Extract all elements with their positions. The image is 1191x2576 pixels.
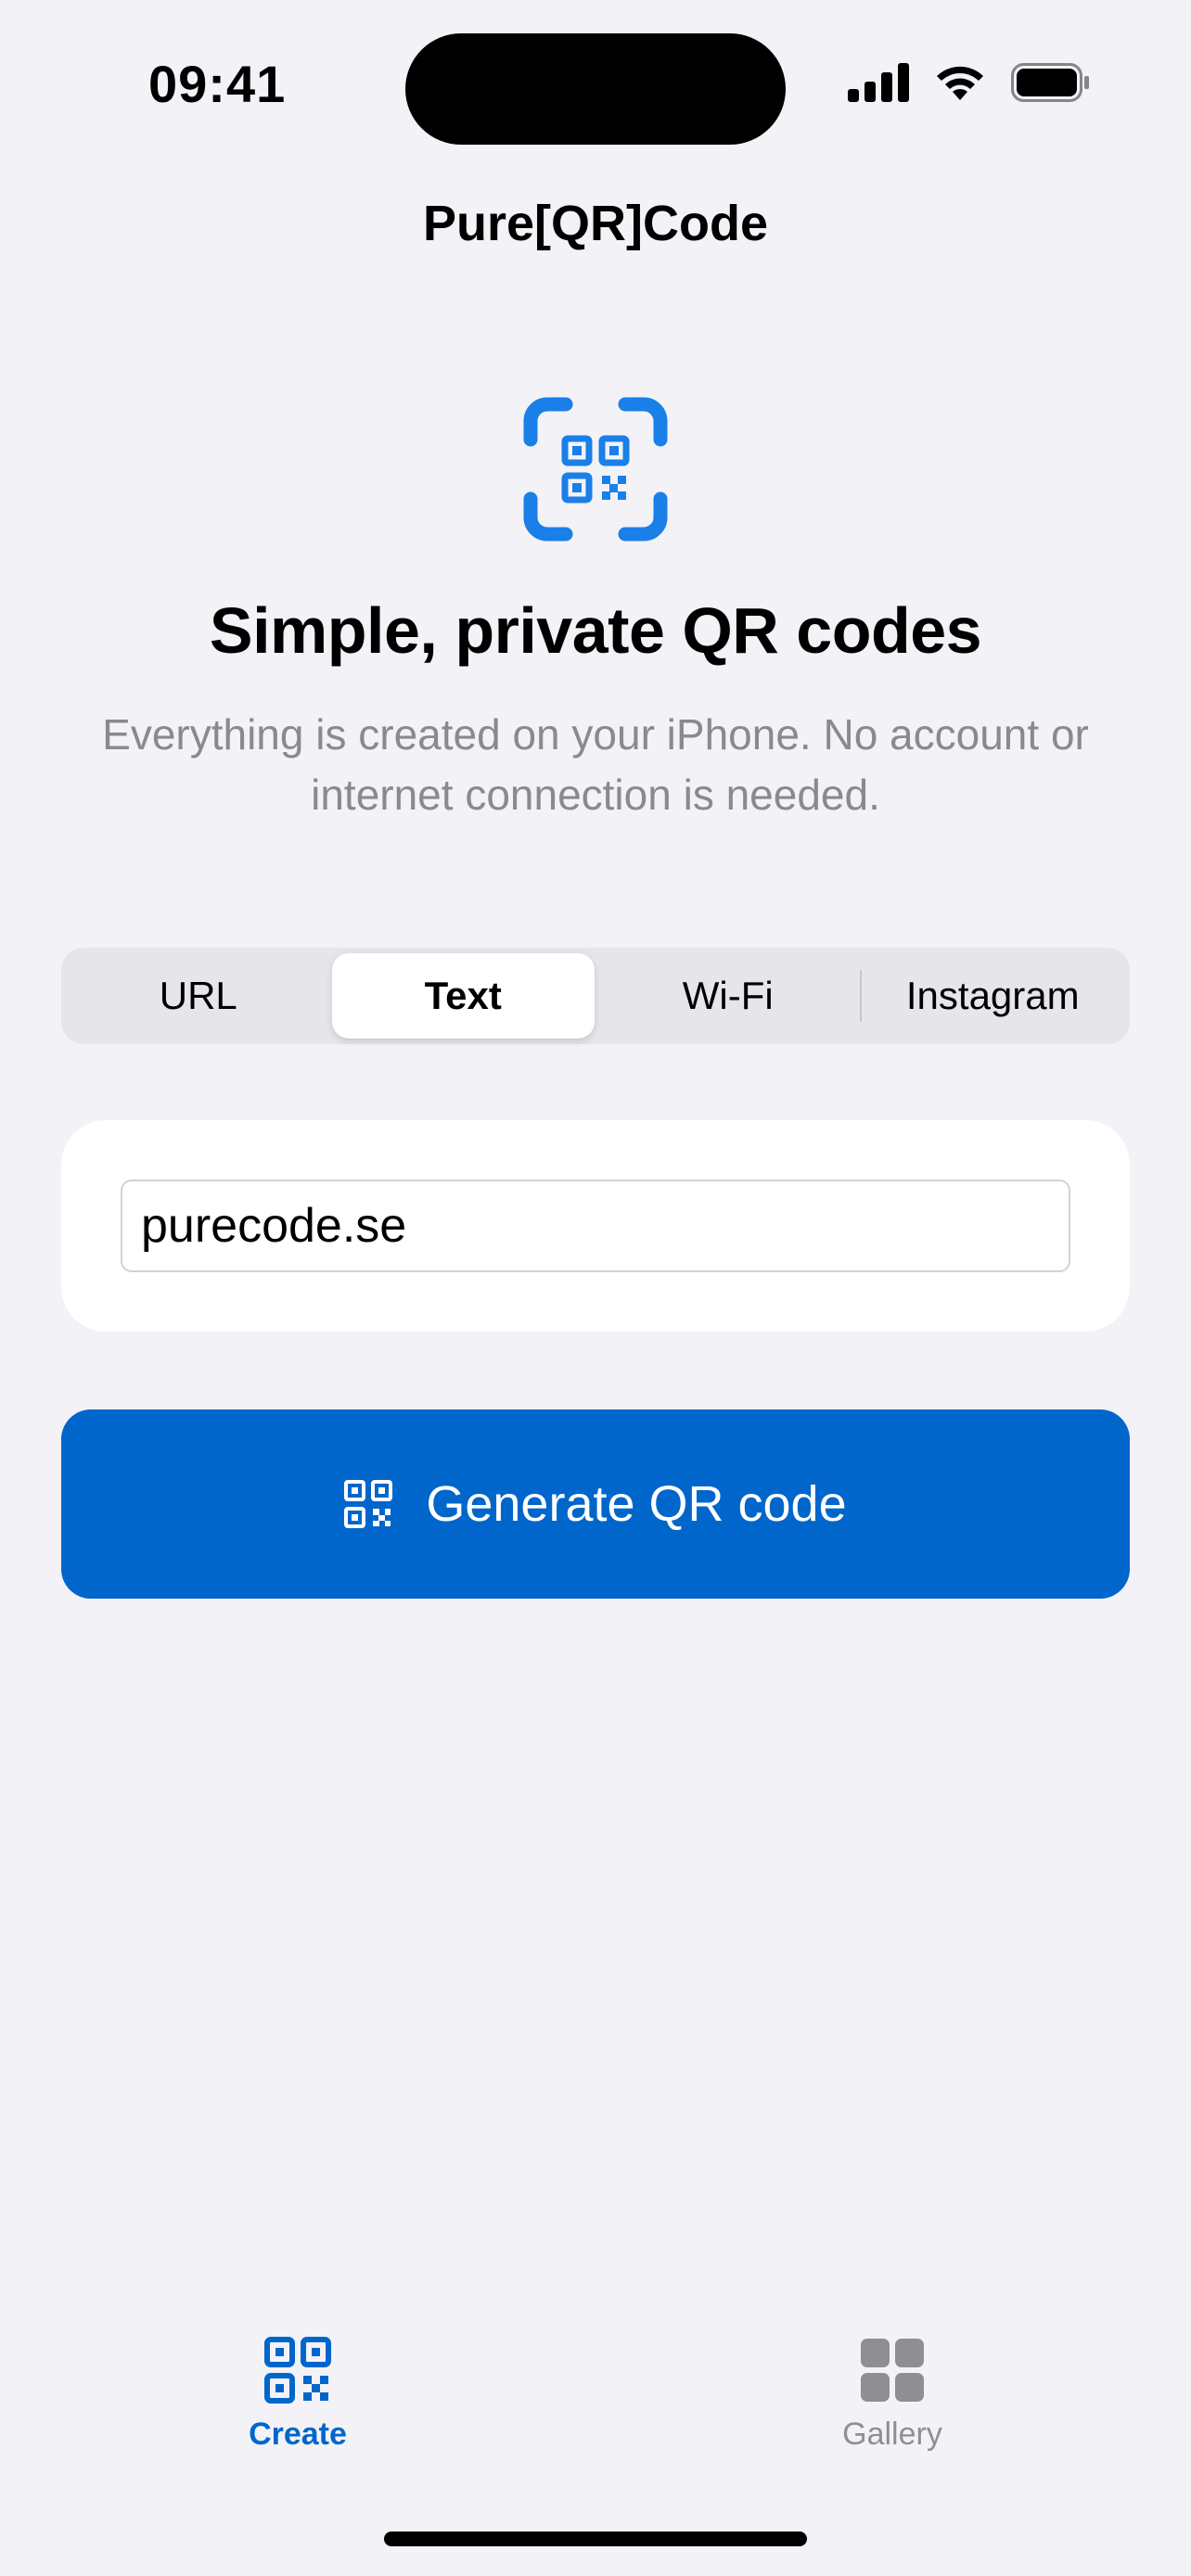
tab-label: Create xyxy=(249,2417,347,2452)
type-segmented-control: URL Text Wi-Fi Instagram xyxy=(61,948,1130,1044)
input-card xyxy=(61,1120,1130,1332)
wifi-icon xyxy=(937,66,983,100)
cellular-signal-icon xyxy=(848,63,909,102)
segment-text[interactable]: Text xyxy=(331,953,595,1039)
segment-label: URL xyxy=(159,974,237,1017)
hero-subtitle: Everything is created on your iPhone. No… xyxy=(102,710,1089,819)
segment-url[interactable]: URL xyxy=(67,953,330,1039)
content-input[interactable] xyxy=(121,1180,1070,1272)
grid-icon xyxy=(861,2339,924,2402)
segment-label: Text xyxy=(424,974,502,1017)
status-time: 09:41 xyxy=(148,55,287,113)
status-icons xyxy=(848,63,1091,102)
home-indicator[interactable] xyxy=(384,2531,807,2546)
qr-code-icon xyxy=(344,1480,393,1528)
qr-scan-icon xyxy=(523,397,668,542)
tab-label: Gallery xyxy=(842,2417,942,2452)
qr-code-icon xyxy=(264,2337,331,2404)
battery-icon xyxy=(1011,63,1089,102)
segment-instagram[interactable]: Instagram xyxy=(862,953,1125,1039)
hero-title: Simple, private QR codes xyxy=(209,594,982,667)
screen: 09:41 Pure[QR]Code Simple, private QR co… xyxy=(0,0,1191,2576)
segment-wifi[interactable]: Wi-Fi xyxy=(596,953,860,1039)
nav-title: Pure[QR]Code xyxy=(422,196,768,251)
generate-qr-button[interactable]: Generate QR code xyxy=(61,1409,1130,1599)
tab-gallery[interactable]: Gallery xyxy=(753,2337,1031,2453)
segment-label: Wi-Fi xyxy=(682,974,774,1017)
generate-button-label: Generate QR code xyxy=(426,1476,847,1532)
tab-create[interactable]: Create xyxy=(159,2337,437,2453)
dynamic-island xyxy=(405,33,786,145)
segment-label: Instagram xyxy=(905,974,1080,1017)
